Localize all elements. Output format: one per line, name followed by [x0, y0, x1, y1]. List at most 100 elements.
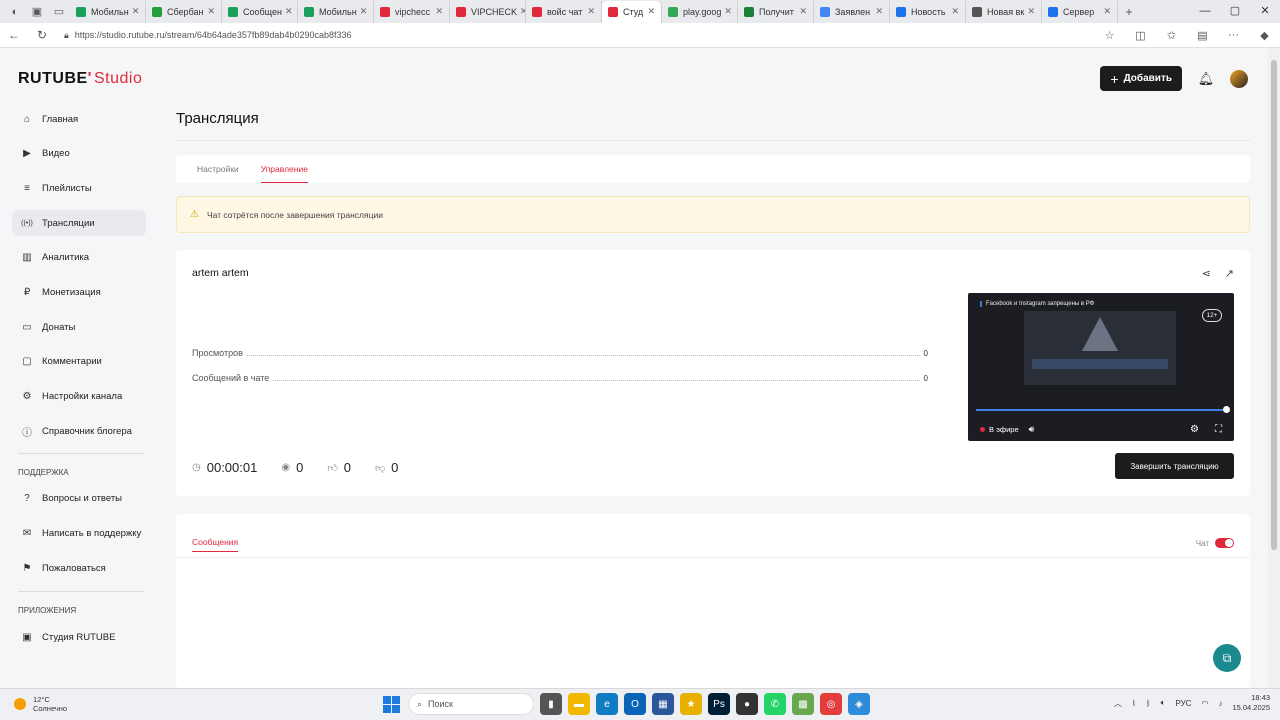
- tray-chevron-icon[interactable]: ︿: [1114, 698, 1122, 709]
- clock[interactable]: 18:43 15.04.2025: [1232, 693, 1270, 713]
- add-button[interactable]: + Добавить: [1100, 66, 1182, 91]
- browser-tab[interactable]: Студ ✕: [602, 0, 662, 23]
- browser-tab[interactable]: Сообщен ✕: [222, 0, 298, 23]
- wifi-icon[interactable]: ◠: [1201, 699, 1208, 708]
- collections-icon[interactable]: ▤: [1187, 29, 1218, 42]
- bluetooth-icon[interactable]: ᛒ: [1146, 699, 1151, 708]
- profile-icon[interactable]: ◐: [4, 0, 26, 23]
- tab-settings[interactable]: Настройки: [197, 155, 239, 183]
- language-indicator[interactable]: РУС: [1175, 699, 1191, 708]
- game-icon[interactable]: ★: [680, 693, 702, 715]
- sound-icon[interactable]: ♪: [1218, 699, 1222, 708]
- browser-tab[interactable]: Мобильн ✕: [298, 0, 374, 23]
- sidebar-item[interactable]: ⌂ Главная: [12, 106, 146, 132]
- close-tab-icon[interactable]: ✕: [357, 6, 368, 17]
- reload-button[interactable]: ↻: [28, 28, 56, 42]
- minecraft-icon[interactable]: ▩: [792, 693, 814, 715]
- close-tab-icon[interactable]: ✕: [584, 6, 595, 17]
- minimize-button[interactable]: —: [1190, 0, 1220, 23]
- chat-toggle-switch[interactable]: [1215, 538, 1234, 548]
- volume-icon[interactable]: 🔊︎: [1029, 424, 1035, 435]
- favorites-icon[interactable]: ✩: [1156, 29, 1187, 42]
- share-icon[interactable]: ⋖: [1202, 267, 1211, 280]
- browser-tab[interactable]: Мобильн ✕: [70, 0, 146, 23]
- url-field[interactable]: 🔒︎ https://studio.rutube.ru/stream/64b64a…: [64, 30, 1094, 41]
- maximize-button[interactable]: ▢: [1220, 0, 1250, 23]
- obs-icon[interactable]: ●: [736, 693, 758, 715]
- player-progress-bar[interactable]: [976, 409, 1226, 411]
- close-tab-icon[interactable]: ✕: [282, 6, 293, 17]
- task-view-icon[interactable]: ▮: [540, 693, 562, 715]
- browser-tab[interactable]: Сервер ✕: [1042, 0, 1118, 23]
- notifications-bell-icon[interactable]: 🔔︎: [1196, 71, 1216, 87]
- sidebar-item[interactable]: ▶ Видео: [12, 141, 146, 167]
- more-menu-icon[interactable]: ···: [1218, 29, 1249, 42]
- sidebar-item[interactable]: ((•)) Трансляции: [12, 210, 146, 237]
- speaker-icon[interactable]: 🔈︎: [1161, 698, 1166, 708]
- browser-tab[interactable]: войс чат ✕: [526, 0, 602, 23]
- sidebar-item[interactable]: ▢ Комментарии: [12, 349, 146, 375]
- taskbar-search[interactable]: ⌕ Поиск: [408, 693, 534, 715]
- outlook-icon[interactable]: O: [624, 693, 646, 715]
- file-explorer-icon[interactable]: ▬: [568, 693, 590, 715]
- back-button[interactable]: ←: [0, 28, 28, 42]
- browser-tab[interactable]: Получит ✕: [738, 0, 814, 23]
- player-progress-knob[interactable]: [1223, 406, 1230, 413]
- page-scrollbar[interactable]: [1268, 48, 1280, 688]
- browser-tab[interactable]: Новость ✕: [890, 0, 966, 23]
- close-window-button[interactable]: ✕: [1250, 0, 1280, 23]
- copilot-icon[interactable]: ◆: [1249, 29, 1280, 42]
- sidebar-item[interactable]: ✉ Написать в поддержку: [12, 521, 146, 547]
- app-icon[interactable]: ◈: [848, 693, 870, 715]
- favorite-star-icon[interactable]: ☆: [1094, 29, 1125, 42]
- chat-toggle[interactable]: Чат: [1196, 538, 1234, 548]
- start-button[interactable]: [380, 693, 402, 715]
- edge-icon[interactable]: e: [596, 693, 618, 715]
- close-tab-icon[interactable]: ✕: [948, 6, 959, 17]
- sidebar-item[interactable]: ▣ Студия RUTUBE: [12, 624, 146, 650]
- browser-tab[interactable]: Заявлен ✕: [814, 0, 890, 23]
- sidebar-item[interactable]: ⓘ Справочник блогера: [12, 418, 146, 444]
- close-tab-icon[interactable]: ✕: [517, 6, 525, 17]
- browser-tab[interactable]: VIPCHECK✕: [450, 0, 526, 23]
- browser-tab[interactable]: Новая вк ✕: [966, 0, 1042, 23]
- sidebar-item[interactable]: ? Вопросы и ответы: [12, 486, 146, 512]
- rutube-studio-logo[interactable]: RUTUBE' Studio: [18, 70, 142, 88]
- player-settings-icon[interactable]: ⚙: [1190, 424, 1199, 435]
- close-tab-icon[interactable]: ✕: [1100, 6, 1111, 17]
- weather-widget[interactable]: 12°C Солнечно: [14, 695, 67, 713]
- whatsapp-icon[interactable]: ✆: [764, 693, 786, 715]
- sidebar-item[interactable]: ⚙ Настройки канала: [12, 384, 146, 410]
- close-tab-icon[interactable]: ✕: [129, 6, 140, 17]
- new-tab-button[interactable]: +: [1118, 5, 1140, 19]
- sidebar-item[interactable]: ₽ Монетизация: [12, 279, 146, 305]
- browser-tab[interactable]: Сбербан ✕: [146, 0, 222, 23]
- chrome-icon[interactable]: ◎: [820, 693, 842, 715]
- fullscreen-icon[interactable]: ⛶: [1215, 424, 1222, 435]
- close-tab-icon[interactable]: ✕: [721, 6, 732, 17]
- avatar[interactable]: [1230, 69, 1248, 88]
- sidebar-item[interactable]: ⚑ Пожаловаться: [12, 555, 146, 581]
- browser-tab[interactable]: play.goog ✕: [662, 0, 738, 23]
- close-tab-icon[interactable]: ✕: [796, 6, 807, 17]
- end-stream-button[interactable]: Завершить трансляцию: [1115, 453, 1234, 479]
- calculator-icon[interactable]: ▦: [652, 693, 674, 715]
- video-player[interactable]: Facebook и Instagram запрещены в РФ 12+ …: [968, 293, 1234, 441]
- network-icon[interactable]: ⌇: [1132, 699, 1136, 708]
- close-tab-icon[interactable]: ✕: [644, 6, 655, 17]
- close-tab-icon[interactable]: ✕: [1024, 6, 1035, 17]
- tab-messages[interactable]: Сообщения: [192, 537, 239, 552]
- tab-management[interactable]: Управление: [260, 155, 308, 183]
- workspaces-icon[interactable]: ▣: [26, 0, 48, 23]
- sidebar-item[interactable]: ▭ Донаты: [12, 314, 146, 340]
- close-tab-icon[interactable]: ✕: [432, 6, 443, 17]
- photoshop-icon[interactable]: Ps: [708, 693, 730, 715]
- sidebar-item[interactable]: ≡ Плейлисты: [12, 175, 146, 201]
- browser-tab[interactable]: vipchecс ✕: [374, 0, 450, 23]
- tab-actions-icon[interactable]: ▭: [48, 0, 70, 23]
- open-external-icon[interactable]: ↗: [1225, 267, 1234, 280]
- split-screen-icon[interactable]: ◫: [1125, 29, 1156, 42]
- close-tab-icon[interactable]: ✕: [872, 6, 883, 17]
- close-tab-icon[interactable]: ✕: [204, 6, 215, 17]
- sidebar-item[interactable]: ▥ Аналитика: [12, 245, 146, 271]
